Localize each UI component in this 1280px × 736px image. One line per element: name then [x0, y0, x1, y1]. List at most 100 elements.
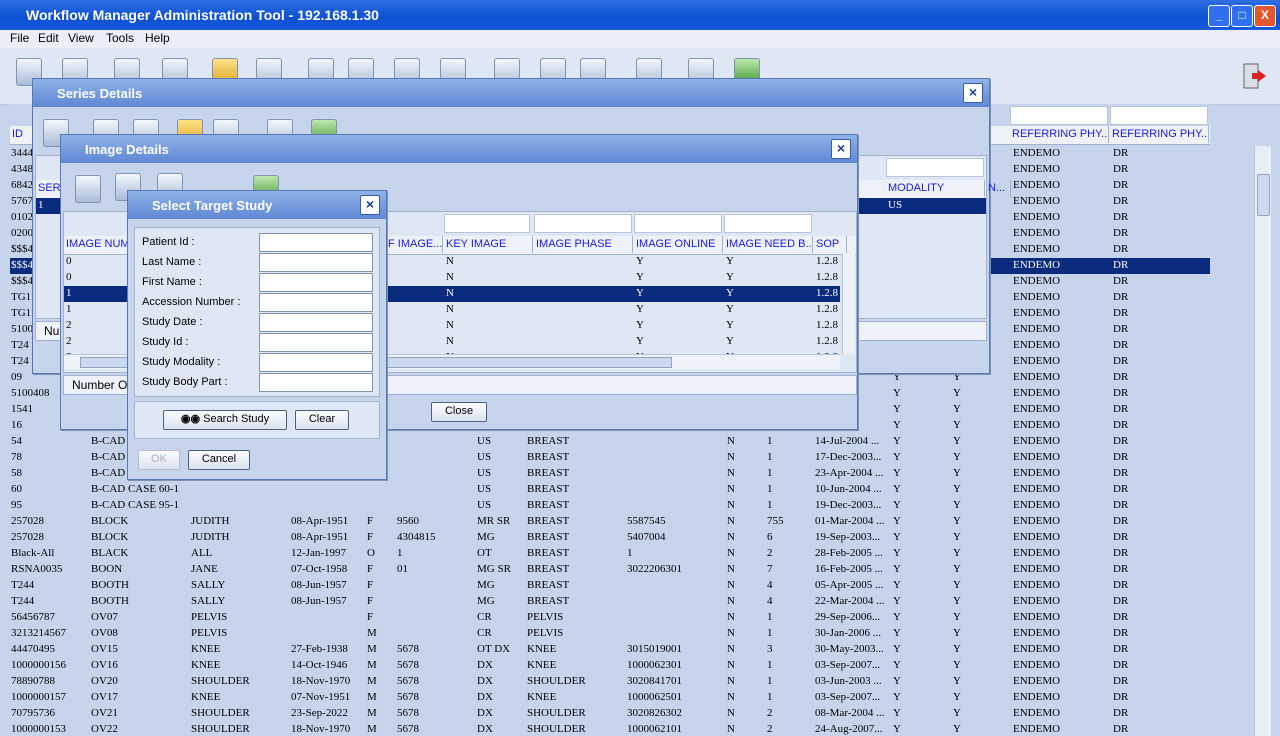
image-up-icon[interactable] [75, 175, 101, 203]
image-col-phase[interactable]: IMAGE PHASE [534, 236, 633, 253]
table-cell: BREAST [527, 547, 570, 559]
vertical-scrollbar[interactable] [1254, 146, 1271, 736]
image-vscroll[interactable] [842, 254, 855, 354]
field-input[interactable] [259, 313, 373, 332]
table-cell: Y [893, 435, 901, 447]
table-cell: BREAST [527, 483, 570, 495]
search-study-button[interactable]: ◉◉ Search Study [163, 410, 287, 430]
series-col-modality[interactable]: MODALITY [886, 180, 985, 197]
table-cell: N [727, 547, 735, 559]
cancel-button[interactable]: Cancel [188, 450, 250, 470]
image-cell: Y [726, 319, 734, 331]
table-cell: N [727, 659, 735, 671]
menu-view[interactable]: View [68, 31, 94, 45]
image-cell: 1.2.8 [816, 271, 838, 283]
menu-tools[interactable]: Tools [106, 31, 134, 45]
field-input[interactable] [259, 353, 373, 372]
table-cell: TG1 [11, 291, 32, 303]
field-input[interactable] [259, 273, 373, 292]
table-cell: ENDEMO [1013, 515, 1061, 527]
series-close-icon[interactable]: × [963, 83, 983, 103]
table-row[interactable]: T244 BOOTH SALLY 08-Jun-1957 F MG BREAST N 4 22-M… [10, 594, 1210, 610]
image-col-number[interactable]: IMAGE NUME [64, 236, 129, 253]
field-input[interactable] [259, 233, 373, 252]
series-col-n[interactable]: N... [986, 180, 1011, 197]
menu-help[interactable]: Help [145, 31, 170, 45]
table-row[interactable]: 95 B-CAD CASE 95-1 US BREAST N 1 19-Dec-2003..… [10, 498, 1210, 514]
filter-referring-1[interactable] [1010, 106, 1108, 125]
table-cell: 78 [11, 451, 22, 463]
table-cell: N [727, 515, 735, 527]
table-row[interactable]: 3213214567 OV08 PELVIS M CR PELVIS N 1 30-Jan-20… [10, 626, 1210, 642]
table-row[interactable]: 1000000156 OV16 KNEE 14-Oct-1946 M 5678 DX KNEE… [10, 658, 1210, 674]
image-col-key-image[interactable]: KEY IMAGE [444, 236, 533, 253]
table-cell: Y [953, 435, 961, 447]
col-referring-phy-2[interactable]: REFERRING PHY... [1110, 126, 1209, 143]
image-details-titlebar: Image Details × [61, 135, 857, 163]
table-cell: 1000062101 [627, 723, 682, 735]
image-col-need[interactable]: IMAGE NEED B... [724, 236, 813, 253]
image-col-f-image[interactable]: F IMAGE... [386, 236, 443, 253]
field-input[interactable] [259, 333, 373, 352]
scroll-thumb[interactable] [1257, 174, 1270, 216]
table-cell: SHOULDER [191, 723, 250, 735]
table-cell: 58 [11, 467, 22, 479]
table-row[interactable]: 1000000153 OV22 SHOULDER 18-Nov-1970 M 5678 DX… [10, 722, 1210, 736]
image-close-button[interactable]: Close [431, 402, 487, 422]
table-row[interactable]: 70795736 OV21 SHOULDER 23-Sep-2022 M 5678 DX SH… [10, 706, 1210, 722]
maximize-button[interactable]: □ [1231, 5, 1253, 27]
exit-door-icon[interactable] [1240, 62, 1268, 90]
col-referring-phy-1[interactable]: REFERRING PHY... [1010, 126, 1109, 143]
table-row[interactable]: RSNA0035 BOON JANE 07-Oct-1958 F 01 MG SR BREAS… [10, 562, 1210, 578]
table-row[interactable]: 44470495 OV15 KNEE 27-Feb-1938 M 5678 OT DX KNE… [10, 642, 1210, 658]
image-filter-key[interactable] [444, 214, 530, 233]
table-row[interactable]: 257028 BLOCK JUDITH 08-Apr-1951 F 9560 MR SR BR… [10, 514, 1210, 530]
table-row[interactable]: 60 B-CAD CASE 60-1 US BREAST N 1 10-Jun-2004 .… [10, 482, 1210, 498]
table-cell: 1000000157 [11, 691, 66, 703]
table-row[interactable]: T244 BOOTH SALLY 08-Jun-1957 F MG BREAST N 4 05-A… [10, 578, 1210, 594]
image-cell: 0 [66, 255, 72, 267]
filter-referring-2[interactable] [1110, 106, 1208, 125]
image-filter-phase[interactable] [534, 214, 632, 233]
ok-button[interactable]: OK [138, 450, 180, 470]
image-filter-need[interactable] [724, 214, 812, 233]
image-col-sop[interactable]: SOP [814, 236, 847, 253]
table-cell: T244 [11, 595, 35, 607]
field-input[interactable] [259, 373, 373, 392]
table-row[interactable]: 257028 BLOCK JUDITH 08-Apr-1951 F 4304815 MG BR… [10, 530, 1210, 546]
image-filter-online[interactable] [634, 214, 722, 233]
table-cell: ENDEMO [1013, 259, 1061, 271]
table-row[interactable]: Black-All BLACK ALL 12-Jan-1997 O 1 OT BREAST 1 N… [10, 546, 1210, 562]
menu-file[interactable]: File [10, 31, 29, 45]
table-cell: Y [953, 627, 961, 639]
series-filter-modality[interactable] [886, 158, 984, 177]
field-input[interactable] [259, 253, 373, 272]
table-cell: 1 [627, 547, 633, 559]
image-cell: 2 [66, 319, 72, 331]
table-row[interactable]: 56456787 OV07 PELVIS F CR PELVIS N 1 29-Sep-2006… [10, 610, 1210, 626]
table-cell: ENDEMO [1013, 195, 1061, 207]
select-target-close-icon[interactable]: × [360, 195, 380, 215]
menu-edit[interactable]: Edit [38, 31, 59, 45]
field-input[interactable] [259, 293, 373, 312]
table-cell: 5100408 [11, 387, 50, 399]
table-row[interactable]: 1000000157 OV17 KNEE 07-Nov-1951 M 5678 DX KNEE… [10, 690, 1210, 706]
select-target-study-dialog: Select Target Study × Patient Id : Last N… [127, 190, 387, 480]
image-col-online[interactable]: IMAGE ONLINE [634, 236, 723, 253]
image-close-icon[interactable]: × [831, 139, 851, 159]
table-row[interactable]: 78890788 OV20 SHOULDER 18-Nov-1970 M 5678 DX SH… [10, 674, 1210, 690]
table-cell: BOOTH [91, 595, 129, 607]
image-cell: Y [726, 287, 734, 299]
table-cell: 1 [767, 675, 773, 687]
table-cell: Y [953, 563, 961, 575]
table-cell: 1 [767, 499, 773, 511]
minimize-button[interactable]: _ [1208, 5, 1230, 27]
table-cell: DR [1113, 515, 1129, 527]
close-button[interactable]: X [1254, 5, 1276, 27]
table-cell: DR [1113, 563, 1129, 575]
field-label: Study Date : [142, 316, 203, 328]
clear-button[interactable]: Clear [295, 410, 349, 430]
table-cell: 3015019001 [627, 643, 682, 655]
table-cell: SHOULDER [191, 707, 250, 719]
table-cell: ENDEMO [1013, 291, 1061, 303]
